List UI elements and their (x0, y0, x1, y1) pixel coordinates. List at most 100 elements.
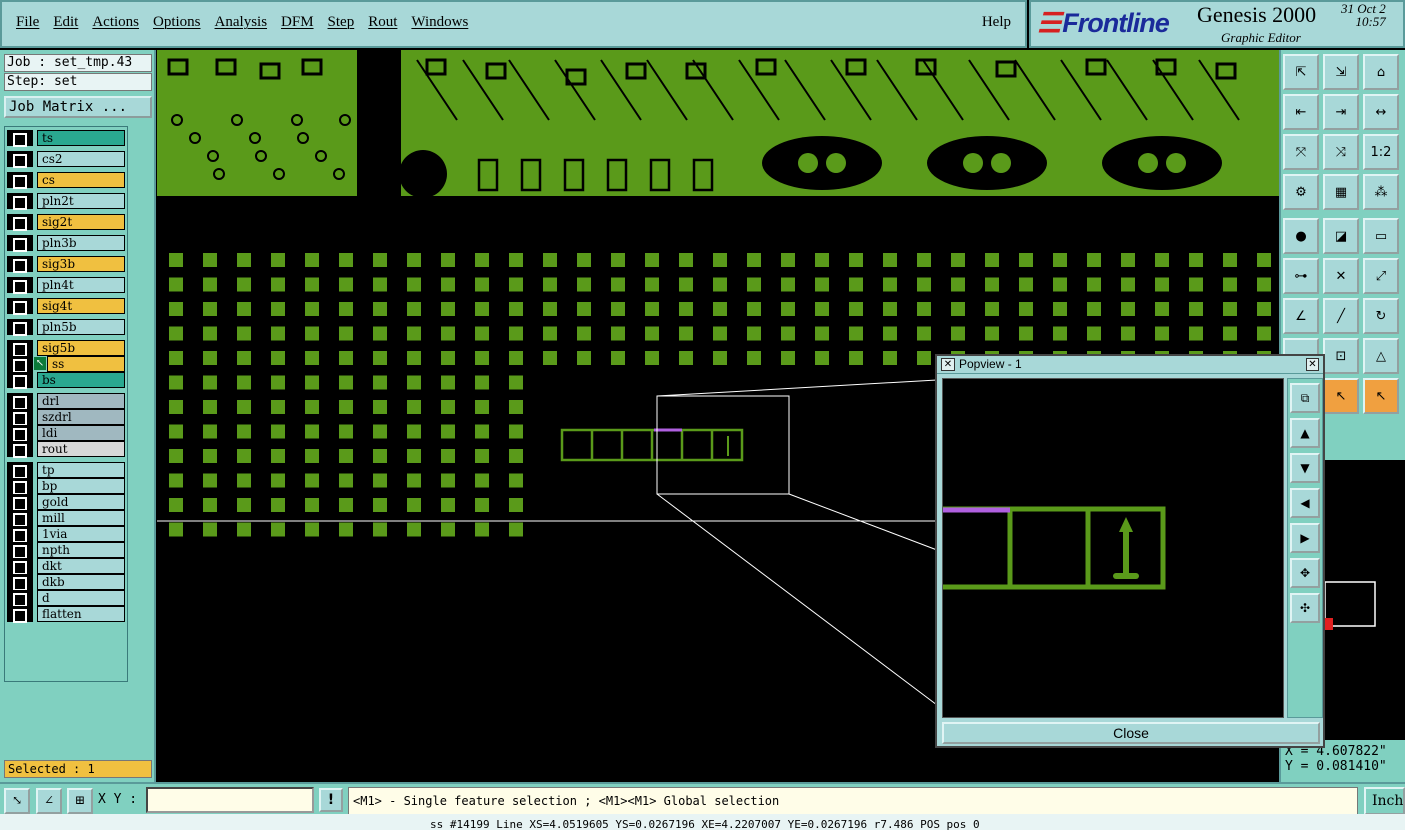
tool-button-15-icon[interactable]: ▭ (1363, 218, 1399, 254)
layer-checkbox[interactable] (7, 298, 33, 315)
layer-label[interactable]: sig2t (37, 214, 125, 230)
tool-button-24-icon[interactable]: △ (1363, 338, 1399, 374)
layer-label[interactable]: pln4t (37, 277, 125, 293)
layer-label[interactable]: 1via (37, 526, 125, 542)
layer-label[interactable]: cs2 (37, 151, 125, 167)
menu-edit[interactable]: Edit (53, 14, 78, 31)
menu-help[interactable]: Help (982, 14, 1011, 31)
layer-checkbox[interactable] (7, 130, 33, 147)
layer-checkbox[interactable] (7, 558, 33, 575)
pan-left-icon[interactable]: ◀ (1290, 488, 1320, 518)
layer-row-bs[interactable]: bs (7, 372, 125, 389)
layer-row-ts[interactable]: ts (7, 130, 125, 147)
layer-row-d[interactable]: d (7, 590, 125, 607)
zoom-out-icon[interactable]: ✥ (1290, 558, 1320, 588)
layer-checkbox[interactable] (7, 372, 33, 389)
layer-label[interactable]: bp (37, 478, 125, 494)
tool-button-21-icon[interactable]: ↻ (1363, 298, 1399, 334)
tool-button-7-icon[interactable]: ⤧ (1283, 134, 1319, 170)
layer-checkbox[interactable] (7, 235, 33, 252)
layer-label[interactable]: pln2t (37, 193, 125, 209)
layer-row-flatten[interactable]: flatten (7, 606, 125, 623)
measure-icon[interactable]: ⤡ (4, 788, 30, 814)
tool-button-2-icon[interactable]: ⇲ (1323, 54, 1359, 90)
layer-label[interactable]: tp (37, 462, 125, 478)
tool-button-10-icon[interactable]: ⚙ (1283, 174, 1319, 210)
layer-row-dkt[interactable]: dkt (7, 558, 125, 575)
tool-button-13-icon[interactable]: ● (1283, 218, 1319, 254)
layer-row-gold[interactable]: gold (7, 494, 125, 511)
layer-label[interactable]: sig5b (37, 340, 125, 356)
angle-snap-icon[interactable]: ∠ (36, 788, 62, 814)
tool-button-16-icon[interactable]: ⊶ (1283, 258, 1319, 294)
layer-row-pln3b[interactable]: pln3b (7, 235, 125, 252)
zoom-in-icon[interactable]: ✣ (1290, 593, 1320, 623)
layer-checkbox[interactable] (7, 172, 33, 189)
layer-checkbox[interactable] (7, 606, 33, 623)
layer-checkbox[interactable] (7, 590, 33, 607)
tool-button-5-icon[interactable]: ⇥ (1323, 94, 1359, 130)
menu-actions[interactable]: Actions (92, 14, 139, 31)
layer-checkbox[interactable] (7, 542, 33, 559)
units-toggle[interactable]: Inch (1364, 787, 1405, 815)
layer-checkbox[interactable] (7, 214, 33, 231)
layer-checkbox[interactable] (7, 425, 33, 442)
menu-file[interactable]: File (16, 14, 39, 31)
layer-label[interactable]: dkt (37, 558, 125, 574)
layer-row-szdrl[interactable]: szdrl (7, 409, 125, 426)
menu-windows[interactable]: Windows (411, 14, 468, 31)
tool-button-1-icon[interactable]: ⇱ (1283, 54, 1319, 90)
layer-checkbox[interactable] (7, 494, 33, 511)
layer-label[interactable]: sig4t (37, 298, 125, 314)
menu-dfm[interactable]: DFM (281, 14, 314, 31)
layer-checkbox[interactable] (7, 356, 33, 373)
layer-row-cs2[interactable]: cs2 (7, 151, 125, 168)
grid-snap-icon[interactable]: ⊞ (67, 788, 93, 814)
execute-button[interactable]: ! (319, 788, 343, 812)
close-icon[interactable]: ✕ (1306, 358, 1319, 371)
window-menu-icon[interactable]: ✕ (941, 358, 955, 371)
layer-label[interactable]: cs (37, 172, 125, 188)
tool-button-4-icon[interactable]: ⇤ (1283, 94, 1319, 130)
layer-row-pln4t[interactable]: pln4t (7, 277, 125, 294)
popview-close-button[interactable]: Close (942, 722, 1320, 744)
layer-checkbox[interactable] (7, 441, 33, 458)
layer-checkbox[interactable] (7, 193, 33, 210)
menu-analysis[interactable]: Analysis (215, 14, 268, 31)
layer-checkbox[interactable] (7, 340, 33, 357)
tool-button-12-icon[interactable]: ⁂ (1363, 174, 1399, 210)
layer-label[interactable]: dkb (37, 574, 125, 590)
tool-button-17-icon[interactable]: ✕ (1323, 258, 1359, 294)
layer-label[interactable]: sig3b (37, 256, 125, 272)
menu-step[interactable]: Step (328, 14, 355, 31)
layer-checkbox[interactable] (7, 574, 33, 591)
job-matrix-button[interactable]: Job Matrix ... (4, 96, 152, 118)
layer-row-pln2t[interactable]: pln2t (7, 193, 125, 210)
layer-checkbox[interactable] (7, 256, 33, 273)
tool-button-8-icon[interactable]: ⤨ (1323, 134, 1359, 170)
layer-row-dkb[interactable]: dkb (7, 574, 125, 591)
layer-checkbox[interactable] (7, 409, 33, 426)
layer-row-sig2t[interactable]: sig2t (7, 214, 125, 231)
tool-button-11-icon[interactable]: ▦ (1323, 174, 1359, 210)
layer-checkbox[interactable] (7, 151, 33, 168)
layer-label[interactable]: rout (37, 441, 125, 457)
layer-row-rout[interactable]: rout (7, 441, 125, 458)
layer-checkbox[interactable] (7, 526, 33, 543)
tool-button-14-icon[interactable]: ◪ (1323, 218, 1359, 254)
layer-label[interactable]: npth (37, 542, 125, 558)
layer-row-sig3b[interactable]: sig3b (7, 256, 125, 273)
tool-button-27-icon[interactable]: ↖ (1363, 378, 1399, 414)
pan-right-icon[interactable]: ▶ (1290, 523, 1320, 553)
layer-label[interactable]: pln3b (37, 235, 125, 251)
layer-row-cs[interactable]: cs (7, 172, 125, 189)
layer-row-pln5b[interactable]: pln5b (7, 319, 125, 336)
menu-options[interactable]: Options (153, 14, 201, 31)
layer-label[interactable]: bs (37, 372, 125, 388)
layer-row-mill[interactable]: mill (7, 510, 125, 527)
layer-label[interactable]: flatten (37, 606, 125, 622)
layer-row-tp[interactable]: tp (7, 462, 125, 479)
layer-label[interactable]: gold (37, 494, 125, 510)
pan-down-icon[interactable]: ▼ (1290, 453, 1320, 483)
layer-label[interactable]: ts (37, 130, 125, 146)
